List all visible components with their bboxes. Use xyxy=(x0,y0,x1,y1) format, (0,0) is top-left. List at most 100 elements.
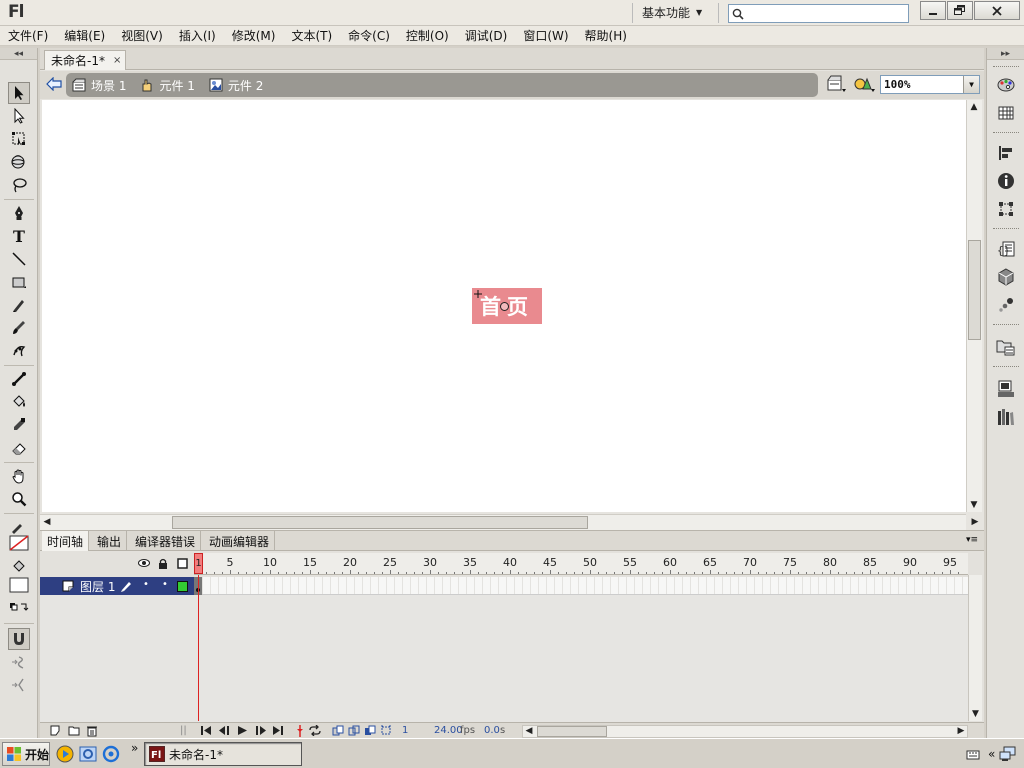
subselection-tool[interactable] xyxy=(8,105,30,127)
quicklaunch-ie[interactable] xyxy=(101,744,121,764)
quicklaunch-media-player[interactable] xyxy=(55,744,75,764)
scroll-right-icon[interactable]: ▶ xyxy=(968,515,982,529)
fill-color-control[interactable] xyxy=(8,556,30,578)
selection-tool[interactable] xyxy=(8,82,30,104)
back-button[interactable] xyxy=(46,76,62,94)
close-tab-button[interactable]: × xyxy=(113,55,121,66)
scroll-thumb[interactable] xyxy=(172,516,588,529)
onion-skin-outlines-icon[interactable] xyxy=(348,725,360,736)
breadcrumb-scene[interactable]: 场景 1 xyxy=(72,77,126,94)
onion-skin-icon[interactable] xyxy=(332,725,344,736)
visibility-dot-icon[interactable]: • xyxy=(143,579,149,590)
frame-ruler[interactable]: 5 10 15 20 25 30 35 40 45 50 55 60 65 70 75 80 85 90 95 xyxy=(194,553,968,575)
scroll-down-icon[interactable]: ▼ xyxy=(967,498,981,512)
actions-panel-button[interactable]: {} xyxy=(995,238,1017,260)
go-to-first-frame-icon[interactable] xyxy=(200,725,212,736)
tab-motion-editor[interactable]: 动画编辑器 xyxy=(204,531,276,551)
menu-file[interactable]: 文件(F) xyxy=(4,27,52,44)
workspace-switcher[interactable]: 基本功能 ▼ xyxy=(634,2,714,22)
3d-rotation-tool[interactable] xyxy=(8,151,30,173)
loop-icon[interactable] xyxy=(308,725,322,736)
tray-expand-icon[interactable]: « xyxy=(988,747,995,761)
scroll-up-icon[interactable]: ▲ xyxy=(967,100,981,114)
menu-insert[interactable]: 插入(I) xyxy=(175,27,220,44)
line-tool[interactable] xyxy=(8,248,30,270)
pen-tool[interactable] xyxy=(8,202,30,224)
library-books-panel-button[interactable] xyxy=(995,406,1017,428)
close-window-button[interactable] xyxy=(974,1,1020,20)
eyedropper-tool[interactable] xyxy=(8,414,30,436)
zoom-tool[interactable] xyxy=(8,488,30,510)
panel-collapse-grip[interactable]: ▸▸ xyxy=(987,48,1024,60)
scroll-down-icon[interactable]: ▼ xyxy=(969,707,982,721)
timeline-horizontal-scrollbar[interactable]: ◀ ▶ xyxy=(522,725,968,738)
frame-rate-value[interactable]: 24.00 xyxy=(434,725,463,736)
components-panel-button[interactable] xyxy=(995,266,1017,288)
quicklaunch-more[interactable]: » xyxy=(131,741,138,755)
quicklaunch-browser[interactable] xyxy=(78,744,98,764)
info-panel-button[interactable] xyxy=(995,170,1017,192)
new-folder-icon[interactable] xyxy=(68,725,80,736)
fill-color-swatch[interactable] xyxy=(8,577,30,593)
color-panel-button[interactable] xyxy=(995,74,1017,96)
search-input[interactable] xyxy=(748,7,898,20)
scroll-right-icon[interactable]: ▶ xyxy=(954,725,968,737)
scroll-left-icon[interactable]: ◀ xyxy=(40,515,54,529)
document-tab[interactable]: 未命名-1* × xyxy=(44,50,126,70)
menu-modify[interactable]: 修改(M) xyxy=(228,27,280,44)
stroke-color-swatch[interactable] xyxy=(8,535,30,551)
transformation-point[interactable] xyxy=(500,302,509,311)
help-search-box[interactable] xyxy=(728,4,909,23)
start-button[interactable]: 开始 xyxy=(2,742,50,766)
show-hide-eye-icon[interactable] xyxy=(138,558,150,568)
stage-canvas[interactable]: 首页 xyxy=(42,100,966,512)
scroll-thumb[interactable] xyxy=(968,240,981,340)
scroll-left-icon[interactable]: ◀ xyxy=(522,725,536,737)
delete-trash-icon[interactable] xyxy=(86,725,98,737)
go-to-last-frame-icon[interactable] xyxy=(272,725,284,736)
frames-row[interactable] xyxy=(194,577,968,595)
keyboard-icon[interactable] xyxy=(966,747,980,761)
menu-help[interactable]: 帮助(H) xyxy=(581,27,631,44)
menu-commands[interactable]: 命令(C) xyxy=(344,27,394,44)
hand-tool[interactable] xyxy=(8,465,30,487)
menu-text[interactable]: 文本(T) xyxy=(287,27,336,44)
project-panel-button[interactable] xyxy=(995,378,1017,400)
straighten-option[interactable] xyxy=(8,674,30,696)
panel-collapse-grip[interactable]: ◂◂ xyxy=(0,48,37,60)
resize-grip[interactable]: || xyxy=(180,725,187,736)
timeline-vertical-scrollbar[interactable]: ▼ xyxy=(968,575,982,721)
bone-tool[interactable] xyxy=(8,368,30,390)
restore-button[interactable] xyxy=(947,1,973,20)
tab-output[interactable]: 输出 xyxy=(92,531,128,551)
free-transform-tool[interactable] xyxy=(8,128,30,150)
center-frame-icon[interactable] xyxy=(295,725,305,737)
outline-icon[interactable] xyxy=(177,558,188,569)
breadcrumb-symbol-2[interactable]: 元件 2 xyxy=(209,77,263,94)
zoom-select[interactable]: 100% ▼ xyxy=(880,75,980,94)
motion-presets-panel-button[interactable] xyxy=(995,294,1017,316)
outline-color-swatch[interactable] xyxy=(177,581,188,592)
breadcrumb-symbol-1[interactable]: 元件 1 xyxy=(140,77,195,94)
taskbar-window-button[interactable]: Fl 未命名-1* xyxy=(144,742,302,766)
play-icon[interactable] xyxy=(236,725,248,736)
chevron-down-icon[interactable]: ▼ xyxy=(963,76,979,93)
menu-debug[interactable]: 调试(D) xyxy=(461,27,512,44)
menu-window[interactable]: 窗口(W) xyxy=(519,27,572,44)
edit-scene-button[interactable] xyxy=(826,75,848,96)
deco-tool[interactable] xyxy=(8,340,30,362)
panel-menu-icon[interactable]: ▾≡ xyxy=(966,535,978,545)
network-icon[interactable] xyxy=(999,746,1017,762)
stage-vertical-scrollbar[interactable]: ▲ ▼ xyxy=(966,100,982,512)
tab-timeline[interactable]: 时间轴 xyxy=(42,531,90,551)
swap-colors-control[interactable] xyxy=(8,597,30,619)
menu-view[interactable]: 视图(V) xyxy=(117,27,167,44)
swatches-panel-button[interactable] xyxy=(995,102,1017,124)
playhead[interactable]: 1 xyxy=(194,553,203,574)
pencil-tool[interactable] xyxy=(8,294,30,316)
menu-control[interactable]: 控制(O) xyxy=(402,27,453,44)
rectangle-tool[interactable] xyxy=(8,271,30,293)
text-tool[interactable]: T xyxy=(8,225,30,247)
step-back-icon[interactable] xyxy=(218,725,232,736)
edit-symbols-button[interactable] xyxy=(854,75,876,96)
